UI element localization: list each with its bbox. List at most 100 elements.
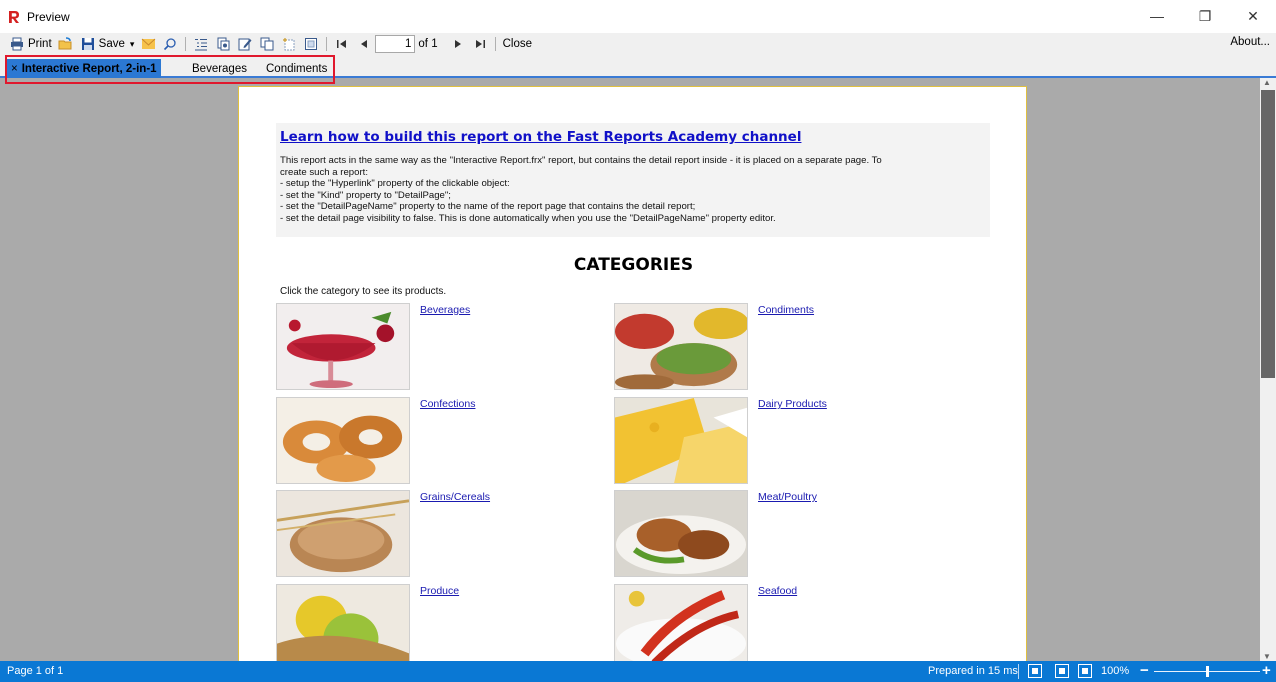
tab-label: Interactive Report, 2-in-1 <box>21 62 157 75</box>
seafood-photo <box>614 584 748 661</box>
produce-photo <box>276 584 410 661</box>
next-page-icon <box>450 36 466 52</box>
email-button[interactable] <box>137 34 159 54</box>
zoom-slider-thumb[interactable] <box>1206 666 1209 677</box>
toolbar-separator <box>494 37 496 51</box>
prev-page-icon <box>356 36 372 52</box>
category-link[interactable]: Seafood <box>758 585 797 597</box>
first-page-button[interactable] <box>331 34 353 54</box>
dairy-photo <box>614 397 748 484</box>
scroll-up-icon[interactable]: ▲ <box>1263 78 1271 87</box>
copy-page-icon <box>259 36 275 52</box>
open-icon <box>58 36 74 52</box>
info-line: create such a report: <box>280 166 368 178</box>
category-link[interactable]: Beverages <box>420 304 470 316</box>
print-label: Print <box>28 38 52 50</box>
info-line: - set the detail page visibility to fals… <box>280 212 776 224</box>
page-number-input[interactable] <box>375 35 416 53</box>
print-icon <box>9 36 25 52</box>
open-button[interactable] <box>55 34 77 54</box>
save-icon <box>80 36 96 52</box>
thumbnails-icon <box>215 36 231 52</box>
meat-photo <box>614 490 748 577</box>
find-icon <box>162 36 178 52</box>
zoom-in-button[interactable]: + <box>1262 662 1271 679</box>
zoom-whole-page-icon[interactable] <box>1055 664 1069 678</box>
toolbar-separator <box>326 37 328 51</box>
tab-interactive-report[interactable]: × Interactive Report, 2-in-1 <box>7 59 161 78</box>
info-line: - setup the "Hyperlink" property of the … <box>280 178 510 190</box>
confections-photo <box>276 397 410 484</box>
preview-workspace[interactable]: Learn how to build this report on the Fa… <box>0 78 1260 661</box>
save-dropdown-icon[interactable]: ▾ <box>130 39 135 50</box>
page-count: of 1 <box>418 38 438 50</box>
edit-page-icon <box>237 36 253 52</box>
category-link[interactable]: Dairy Products <box>758 398 827 410</box>
category-meat-poultry: Meat/Poultry <box>614 490 944 580</box>
close-window-button[interactable]: ✕ <box>1238 5 1268 27</box>
scroll-thumb[interactable] <box>1261 90 1275 378</box>
report-page: Learn how to build this report on the Fa… <box>238 86 1027 661</box>
new-page-button[interactable] <box>278 34 300 54</box>
prev-page-button[interactable] <box>353 34 375 54</box>
category-produce: Produce <box>276 584 606 661</box>
close-preview-button[interactable]: Close <box>500 34 535 54</box>
last-page-button[interactable] <box>469 34 491 54</box>
window-title: Preview <box>27 9 70 24</box>
status-page-indicator: Page 1 of 1 <box>7 665 64 677</box>
status-separator <box>1018 664 1019 679</box>
title-bar: Preview — ❐ ✕ <box>0 0 1276 33</box>
outline-icon <box>193 36 209 52</box>
category-link[interactable]: Meat/Poultry <box>758 491 817 503</box>
category-link[interactable]: Confections <box>420 398 475 410</box>
save-label: Save <box>98 38 125 50</box>
category-link[interactable]: Grains/Cereals <box>420 491 490 503</box>
delete-page-icon <box>303 36 319 52</box>
category-condiments: Condiments <box>614 303 944 393</box>
beverages-photo <box>276 303 410 390</box>
zoom-page-width-icon[interactable] <box>1028 664 1042 678</box>
zoom-actual-size-icon[interactable] <box>1078 664 1092 678</box>
fastreport-logo-icon <box>7 10 21 24</box>
category-grains-cereals: Grains/Cereals <box>276 490 606 580</box>
about-button[interactable]: About... <box>1230 36 1270 48</box>
new-page-icon <box>281 36 297 52</box>
print-button[interactable]: Print <box>6 34 55 54</box>
copy-page-button[interactable] <box>256 34 278 54</box>
vertical-scrollbar[interactable]: ▲ ▼ <box>1260 78 1276 661</box>
category-confections: Confections <box>276 397 606 487</box>
click-hint: Click the category to see its products. <box>280 286 447 297</box>
outline-button[interactable] <box>190 34 212 54</box>
tab-condiments[interactable]: Condiments <box>262 59 331 78</box>
condiments-photo <box>614 303 748 390</box>
last-page-icon <box>472 36 488 52</box>
category-link[interactable]: Produce <box>420 585 459 597</box>
category-link[interactable]: Condiments <box>758 304 814 316</box>
info-box: Learn how to build this report on the Fa… <box>276 123 990 237</box>
categories-title: CATEGORIES <box>573 255 694 275</box>
edit-page-button[interactable] <box>234 34 256 54</box>
tab-beverages[interactable]: Beverages <box>188 59 251 78</box>
category-beverages: Beverages <box>276 303 606 393</box>
zoom-out-button[interactable]: − <box>1140 662 1149 679</box>
tab-close-icon[interactable]: × <box>11 63 18 75</box>
info-text: This report acts in the same way as the … <box>280 155 980 225</box>
next-page-button[interactable] <box>447 34 469 54</box>
thumbnails-button[interactable] <box>212 34 234 54</box>
academy-link[interactable]: Learn how to build this report on the Fa… <box>280 129 801 145</box>
category-dairy-products: Dairy Products <box>614 397 944 487</box>
scroll-down-icon[interactable]: ▼ <box>1263 652 1271 661</box>
status-prepared-time: Prepared in 15 ms <box>928 665 1018 677</box>
status-bar: Page 1 of 1 Prepared in 15 ms 100% − + <box>0 661 1276 682</box>
delete-page-button[interactable] <box>300 34 322 54</box>
zoom-level: 100% <box>1101 665 1130 677</box>
info-line: This report acts in the same way as the … <box>280 155 882 166</box>
first-page-icon <box>334 36 350 52</box>
toolbar-separator <box>185 37 187 51</box>
find-button[interactable] <box>159 34 181 54</box>
info-line: - set the "DetailPageName" property to t… <box>280 201 696 213</box>
minimize-button[interactable]: — <box>1142 5 1172 27</box>
restore-button[interactable]: ❐ <box>1190 5 1220 27</box>
grains-photo <box>276 490 410 577</box>
save-button[interactable]: Save ▾ <box>77 34 138 54</box>
